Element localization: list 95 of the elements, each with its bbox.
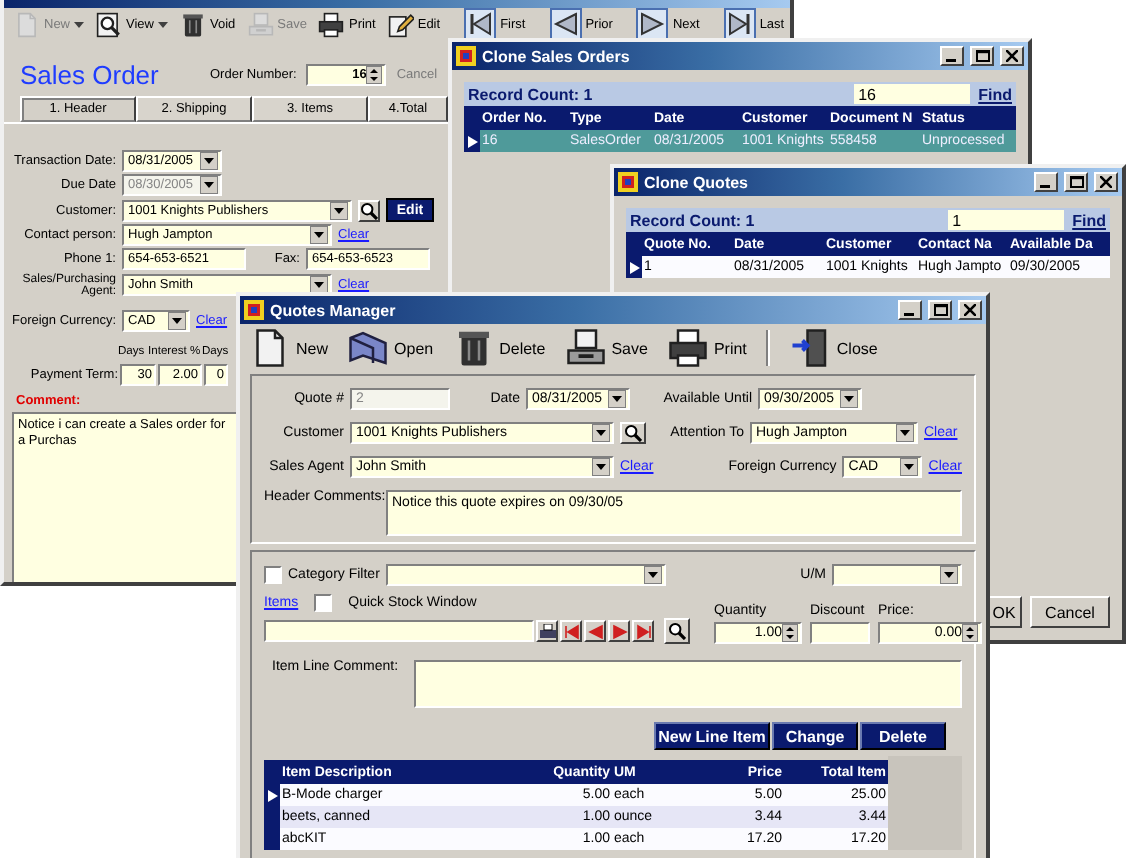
unit-dropdown[interactable] <box>832 564 962 586</box>
app-icon <box>456 46 476 66</box>
nav-button[interactable] <box>632 620 654 642</box>
dropdown-arrow-icon <box>200 176 218 194</box>
maximize-button[interactable] <box>970 46 994 66</box>
dropdown-arrow-icon <box>200 152 218 170</box>
skip-start-icon <box>464 8 497 40</box>
close-icon <box>1006 50 1018 62</box>
close-button[interactable] <box>958 300 982 320</box>
discount-field[interactable] <box>810 622 870 644</box>
row-pointer-icon <box>467 135 477 147</box>
close-icon <box>964 304 976 316</box>
search-button[interactable] <box>358 199 380 221</box>
maximize-button[interactable] <box>1064 172 1088 192</box>
record-count: Record Count: 1 <box>630 211 757 229</box>
dropdown-arrow-icon <box>310 226 328 244</box>
folder-icon <box>348 328 389 368</box>
checkbox[interactable] <box>264 566 282 584</box>
find-field[interactable]: 16 <box>854 84 971 104</box>
search-icon <box>624 424 642 442</box>
app-icon <box>244 300 264 320</box>
row-pointer-icon <box>267 789 277 801</box>
item-field[interactable] <box>264 620 534 642</box>
printer-icon <box>539 623 555 639</box>
dropdown-arrow-icon <box>940 566 958 584</box>
caret-icon <box>74 21 85 27</box>
magnifier-icon <box>96 11 123 37</box>
close-button[interactable] <box>1000 46 1024 66</box>
dropdown-arrow-icon <box>592 424 610 442</box>
spin-arrows-icon <box>366 66 383 84</box>
app-icon <box>618 172 638 192</box>
dropdown-arrow-icon <box>330 201 348 219</box>
trash-can-icon <box>453 328 494 368</box>
printer-icon <box>667 328 708 368</box>
minimize-button[interactable] <box>898 300 922 320</box>
dropdown-arrow-icon <box>900 458 919 476</box>
skip-end-icon <box>723 8 756 40</box>
dropdown-arrow-icon <box>896 424 914 442</box>
search-icon <box>668 622 686 640</box>
search-button[interactable] <box>664 618 690 644</box>
checkbox[interactable] <box>314 594 333 612</box>
dropdown-arrow-icon <box>840 390 858 408</box>
triangle-left-icon <box>549 8 582 40</box>
printer-button[interactable] <box>536 620 558 642</box>
toolbar-button[interactable]: Close <box>790 328 878 368</box>
toolbar-button[interactable]: Delete <box>453 328 546 368</box>
maximize-icon <box>1069 176 1083 188</box>
find-link[interactable]: Find <box>978 85 1012 103</box>
triangle-right-icon <box>636 8 669 40</box>
document-icon <box>250 328 290 368</box>
find-field[interactable]: 1 <box>948 210 1065 230</box>
maximize-icon <box>933 304 947 316</box>
toolbar-button[interactable]: Print <box>667 328 747 368</box>
close-icon <box>1100 176 1112 188</box>
arrow-icon <box>635 623 651 639</box>
disk-drive-icon <box>565 328 606 368</box>
minimize-button[interactable] <box>940 46 964 66</box>
door-icon <box>790 328 831 368</box>
window-title: Clone Quotes <box>644 173 751 191</box>
toolbar-button[interactable]: Save <box>565 328 648 368</box>
row-pointer-icon <box>629 261 639 273</box>
dropdown-arrow-icon <box>168 312 186 330</box>
printer-icon <box>318 11 345 37</box>
caret-icon <box>158 21 168 27</box>
heading: Sales Order <box>20 60 161 90</box>
maximize-button[interactable] <box>928 300 952 320</box>
nav-button[interactable] <box>608 620 630 642</box>
disk-drive-icon <box>247 11 274 37</box>
dropdown-arrow-icon <box>643 566 662 584</box>
close-button[interactable] <box>1094 172 1118 192</box>
search-button[interactable] <box>620 422 646 444</box>
maximize-icon <box>975 50 989 62</box>
trash-can-icon <box>180 11 206 37</box>
dropdown-arrow-icon <box>592 458 610 476</box>
window-title: Quotes Manager <box>270 301 398 319</box>
dropdown-arrow-icon <box>608 390 626 408</box>
action-button[interactable]: Delete <box>860 722 946 750</box>
toolbar-button[interactable]: Open <box>348 328 434 368</box>
action-button[interactable]: Change <box>772 722 858 750</box>
pencil-icon <box>387 11 414 37</box>
document-icon <box>14 11 40 37</box>
item-comment-field[interactable] <box>414 660 962 708</box>
toolbar-button[interactable]: New <box>250 328 329 368</box>
arrow-icon <box>563 623 579 639</box>
dialog-button[interactable]: Cancel <box>1030 596 1110 628</box>
find-link[interactable]: Find <box>1072 211 1106 229</box>
search-icon <box>360 201 378 219</box>
window-title: Clone Sales Orders <box>482 47 632 65</box>
minimize-button[interactable] <box>1034 172 1058 192</box>
nav-button[interactable] <box>560 620 582 642</box>
record-count: Record Count: 1 <box>468 85 595 103</box>
spin-arrows-icon <box>782 624 798 642</box>
action-button[interactable]: New Line Item <box>654 722 770 750</box>
nav-button[interactable] <box>584 620 606 642</box>
category-dropdown[interactable] <box>385 564 666 586</box>
